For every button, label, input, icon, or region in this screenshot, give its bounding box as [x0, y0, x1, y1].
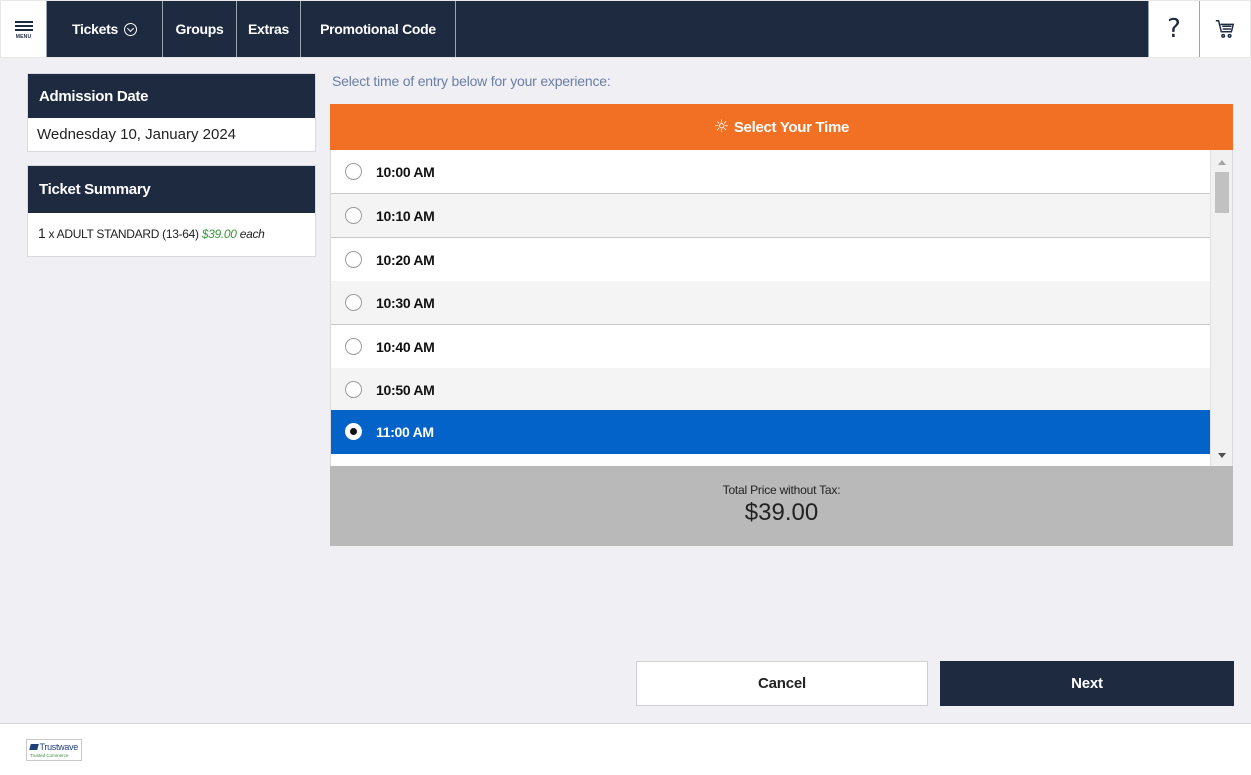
admission-date-card: Admission Date Wednesday 10, January 202…	[27, 73, 316, 152]
ticket-type: x ADULT STANDARD (13-64)	[48, 227, 199, 241]
chevron-down-circle-icon	[123, 22, 137, 36]
trustwave-brand: Trustwave	[29, 742, 79, 752]
time-slot-label: 10:00 AM	[376, 163, 435, 180]
time-slot-label: 11:00 AM	[376, 423, 434, 440]
nav-tickets-label: Tickets	[72, 21, 118, 37]
nav-promotional-code[interactable]: Promotional Code	[301, 1, 456, 57]
time-slot-partial[interactable]	[331, 454, 1210, 466]
cancel-button[interactable]: Cancel	[636, 661, 928, 706]
nav-groups[interactable]: Groups	[163, 1, 237, 57]
scrollbar-thumb[interactable]	[1215, 172, 1229, 213]
cart-icon	[1215, 20, 1235, 38]
scroll-down-arrow-icon[interactable]	[1218, 453, 1226, 458]
time-slot[interactable]: 10:30 AM	[331, 281, 1210, 325]
total-price-label: Total Price without Tax:	[722, 483, 841, 497]
help-icon: ?	[1167, 14, 1181, 44]
radio-button[interactable]	[345, 294, 362, 311]
time-slot[interactable]: 10:20 AM	[331, 238, 1210, 282]
nav-groups-label: Groups	[175, 21, 224, 37]
nav-promotional-code-label: Promotional Code	[320, 21, 436, 37]
radio-button[interactable]	[345, 163, 362, 180]
time-list-scrollbar[interactable]	[1210, 150, 1232, 466]
ticket-summary-card: Ticket Summary 1 x ADULT STANDARD (13-64…	[27, 165, 316, 257]
radio-button[interactable]	[345, 338, 362, 355]
admission-date-title: Admission Date	[28, 74, 315, 118]
menu-button[interactable]: MENU	[1, 1, 47, 57]
admission-date-value: Wednesday 10, January 2024	[28, 118, 315, 151]
ticket-summary-title: Ticket Summary	[28, 166, 315, 213]
radio-button[interactable]	[345, 251, 362, 268]
ticket-quantity: 1	[38, 225, 46, 241]
ticket-price-unit: each	[239, 227, 265, 241]
trustwave-logo-text: Trustwave	[39, 742, 79, 752]
time-instruction: Select time of entry below for your expe…	[332, 73, 611, 89]
nav-tickets[interactable]: Tickets	[47, 1, 163, 57]
time-slot-label: 10:50 AM	[376, 381, 435, 398]
time-slot[interactable]: 10:10 AM	[331, 194, 1210, 238]
time-slot[interactable]: 10:40 AM	[331, 325, 1210, 369]
nav-extras-label: Extras	[247, 21, 289, 37]
time-slot-label: 10:40 AM	[376, 338, 435, 355]
trustwave-flag-icon	[29, 744, 39, 750]
select-time-title: Select Your Time	[733, 118, 850, 136]
radio-button-checked[interactable]	[345, 423, 362, 440]
nav-extras[interactable]: Extras	[237, 1, 301, 57]
ticket-summary-body: 1 x ADULT STANDARD (13-64) $39.00 each	[28, 213, 315, 253]
time-slot-label: 10:20 AM	[376, 251, 435, 268]
select-time-header: ☼ Select Your Time	[330, 104, 1233, 150]
cart-button[interactable]	[1199, 1, 1250, 57]
radio-button[interactable]	[345, 381, 362, 398]
admission-date-text: Wednesday 10, January 2024	[37, 126, 237, 143]
time-slot[interactable]: 10:00 AM	[331, 150, 1210, 194]
trustwave-logo-subtitle: Trusted Commerce	[30, 753, 69, 758]
hamburger-icon	[14, 19, 33, 33]
trustwave-logo[interactable]: Trustwave Trusted Commerce	[26, 739, 82, 761]
top-nav-bar: MENU Tickets Groups Extras Promotional C…	[0, 0, 1251, 58]
footer: Trustwave Trusted Commerce	[0, 723, 1251, 775]
total-price-value: $39.00	[744, 499, 819, 526]
help-button[interactable]: ?	[1148, 1, 1199, 57]
scroll-up-arrow-icon[interactable]	[1218, 160, 1226, 165]
time-slot-label: 10:30 AM	[376, 294, 435, 311]
total-price-box: Total Price without Tax: $39.00	[330, 466, 1233, 546]
menu-label: MENU	[15, 33, 32, 40]
time-slot-selected[interactable]: 11:00 AM	[331, 410, 1210, 454]
next-button[interactable]: Next	[940, 661, 1234, 706]
ticket-summary-line: 1 x ADULT STANDARD (13-64) $39.00 each	[38, 225, 265, 241]
time-slot[interactable]: 10:50 AM	[331, 368, 1210, 412]
time-slot-label: 10:10 AM	[376, 207, 435, 224]
ticket-price: $39.00	[201, 227, 237, 241]
time-slot-list[interactable]: 10:00 AM 10:10 AM 10:20 AM 10:30 AM 10:4…	[330, 150, 1233, 466]
radio-button[interactable]	[345, 207, 362, 224]
sun-icon: ☼	[713, 117, 729, 137]
